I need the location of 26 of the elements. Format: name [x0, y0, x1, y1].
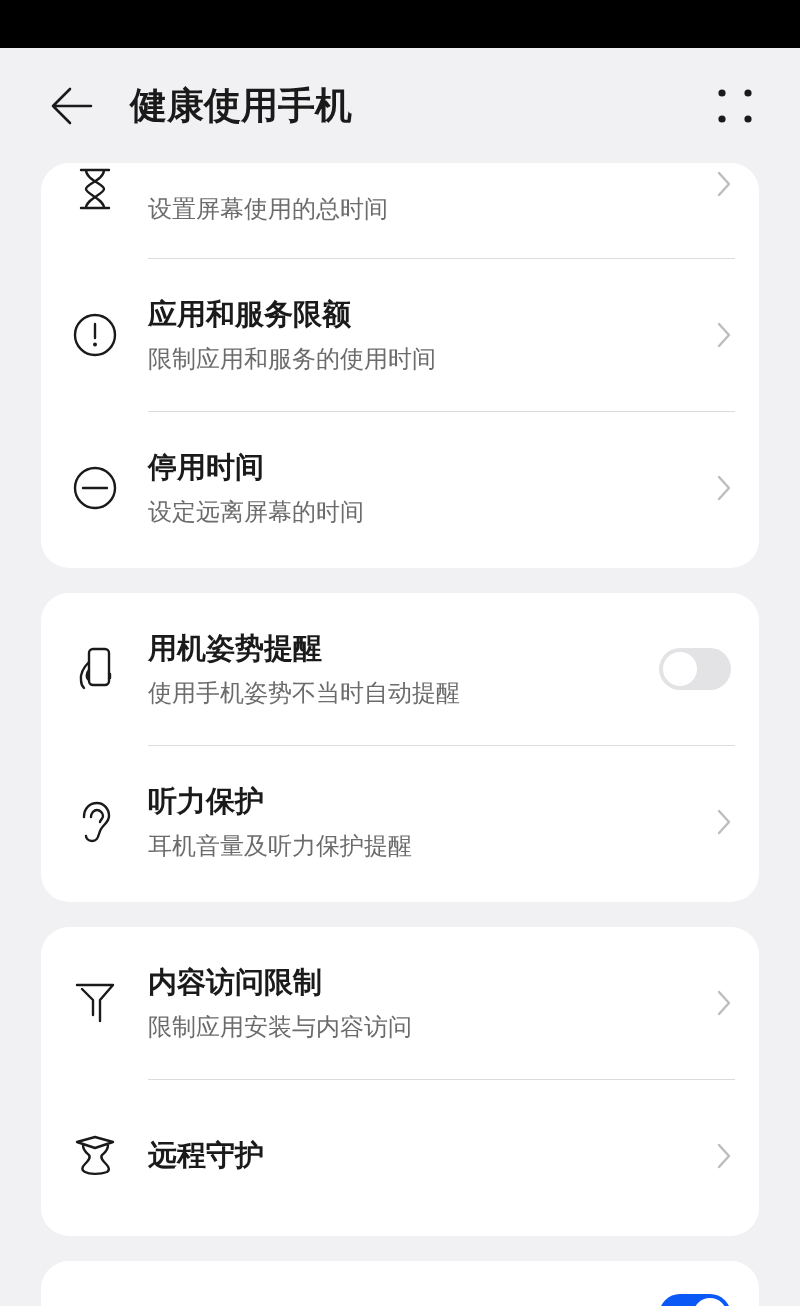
chevron-right-icon: [717, 809, 731, 835]
chevron-right-icon: [717, 475, 731, 501]
row-subtitle: 使用手机姿势不当时自动提醒: [148, 678, 461, 709]
graduation-cap-icon: [73, 1134, 116, 1178]
row-title: 听力保护: [148, 783, 265, 820]
alert-icon: [71, 312, 118, 358]
toggle-switch[interactable]: [659, 648, 731, 690]
row-title: 远程守护: [148, 1137, 265, 1174]
row-title: 停用时间: [148, 449, 265, 486]
chevron-right-icon: [717, 171, 731, 197]
chevron-right-icon: [717, 990, 731, 1016]
row-subtitle: 限制应用和服务的使用时间: [148, 344, 437, 375]
page-title: 健康使用手机: [130, 82, 353, 129]
chevron-right-icon: [717, 322, 731, 348]
row-title: 用机姿势提醒: [148, 630, 323, 667]
row-subtitle: 设定远离屏幕的时间: [148, 497, 365, 528]
row-title: 内容访问限制: [148, 964, 323, 1001]
back-button[interactable]: [50, 85, 94, 126]
row-subtitle: 设置屏幕使用的总时间: [148, 194, 389, 225]
minus-circle-icon: [71, 465, 118, 511]
row-title: 应用和服务限额: [148, 296, 352, 333]
row-subtitle: 限制应用安装与内容访问: [148, 1012, 413, 1043]
row-subtitle: 耳机音量及听力保护提醒: [148, 831, 413, 862]
chevron-right-icon: [717, 1143, 731, 1169]
more-button[interactable]: [718, 88, 752, 123]
funnel-icon: [73, 981, 116, 1025]
